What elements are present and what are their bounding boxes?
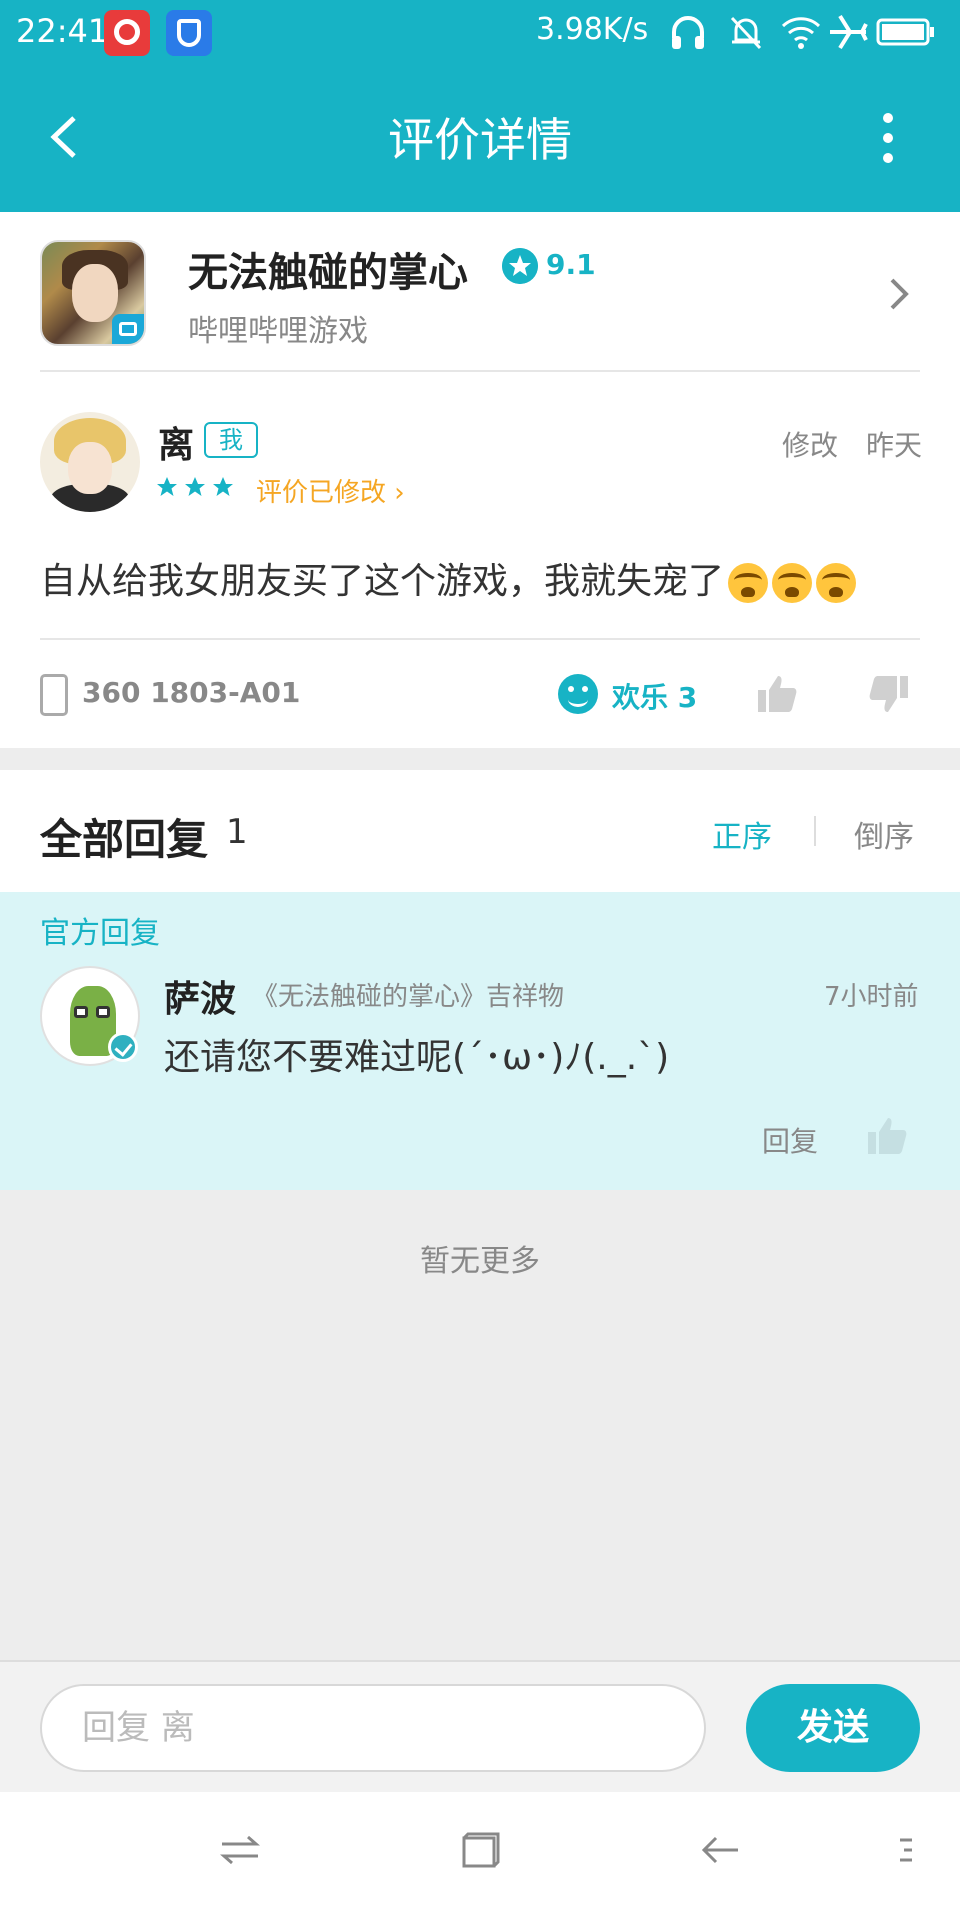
divider bbox=[40, 638, 920, 640]
thumbs-up-icon[interactable] bbox=[866, 1114, 908, 1156]
back-nav-icon[interactable] bbox=[698, 1828, 742, 1872]
replies-title: 全部回复 bbox=[40, 815, 209, 864]
security-shield-icon bbox=[166, 10, 212, 56]
me-badge: 我 bbox=[204, 422, 258, 458]
sort-ascending-tab[interactable]: 正序 bbox=[712, 812, 772, 856]
star-icon bbox=[157, 477, 177, 496]
send-button[interactable]: 发送 bbox=[746, 1684, 920, 1772]
crying-emoji-icon bbox=[816, 563, 857, 603]
reply-text: 还请您不要难过呢(´･ω･)ﾉ(._.`) bbox=[164, 1037, 670, 1078]
smile-icon[interactable] bbox=[558, 674, 598, 714]
app-header: 评价详情 bbox=[0, 64, 960, 212]
battery-icon bbox=[876, 18, 934, 46]
network-speed: 3.98K/s bbox=[536, 12, 649, 47]
netease-music-icon bbox=[104, 10, 150, 56]
wifi-icon bbox=[781, 17, 821, 49]
thumbs-up-icon[interactable] bbox=[756, 672, 798, 714]
headphones-icon bbox=[672, 16, 704, 49]
reply-author[interactable]: 萨波 bbox=[164, 970, 236, 1022]
status-time: 22:41 bbox=[16, 12, 109, 50]
reply-item: 官方回复 萨波 《无法触碰的掌心》吉祥物 7小时前 还请您不要难过呢(´･ω･)… bbox=[0, 892, 960, 1190]
game-publisher: 哔哩哔哩游戏 bbox=[188, 314, 368, 349]
star-icon bbox=[185, 477, 205, 496]
review-text: 自从给我女朋友买了这个游戏，我就失宠了 bbox=[40, 561, 725, 602]
edit-review-button[interactable]: 修改 bbox=[782, 424, 838, 464]
replies-count: 1 bbox=[226, 812, 248, 852]
device-model: 360 1803-A01 bbox=[82, 676, 301, 709]
switch-apps-icon[interactable] bbox=[218, 1828, 262, 1872]
review-text-block: 自从给我女朋友买了这个游戏，我就失宠了 bbox=[40, 552, 857, 604]
mute-bell-icon bbox=[730, 16, 762, 50]
game-rating: 9.1 bbox=[546, 248, 596, 281]
rating-star-icon bbox=[502, 248, 538, 284]
page-title: 评价详情 bbox=[388, 113, 572, 167]
user-avatar[interactable] bbox=[40, 412, 140, 512]
game-icon bbox=[40, 240, 146, 346]
end-of-list-text: 暂无更多 bbox=[420, 1244, 540, 1279]
crying-emoji-icon bbox=[772, 563, 813, 603]
review-card: 离 我 评价已修改 › 修改 昨天 自从给我女朋友买了这个游戏，我就失宠了 36… bbox=[0, 372, 960, 748]
chevron-right-icon[interactable] bbox=[884, 274, 914, 314]
airplane-mode-icon bbox=[830, 14, 868, 50]
bilibili-badge-icon bbox=[112, 314, 144, 344]
system-navigation-bar bbox=[0, 1792, 960, 1920]
verified-badge-icon bbox=[108, 1032, 138, 1062]
game-name: 无法触碰的掌心 bbox=[188, 250, 468, 296]
thumbs-down-icon[interactable] bbox=[868, 674, 910, 716]
reply-button[interactable]: 回复 bbox=[762, 1120, 818, 1160]
divider bbox=[814, 816, 816, 846]
sort-descending-tab[interactable]: 倒序 bbox=[854, 812, 914, 856]
more-options-icon[interactable] bbox=[868, 108, 908, 168]
reply-composer: 发送 bbox=[0, 1660, 960, 1792]
star-rating bbox=[156, 476, 240, 502]
reply-author-title: 《无法触碰的掌心》吉祥物 bbox=[252, 982, 565, 1012]
crying-emoji-icon bbox=[728, 563, 769, 603]
official-reply-label: 官方回复 bbox=[40, 916, 160, 951]
home-icon[interactable] bbox=[458, 1828, 502, 1872]
joy-reaction-button[interactable]: 欢乐 3 bbox=[612, 676, 697, 716]
reply-time: 7小时前 bbox=[824, 982, 919, 1012]
phone-icon bbox=[40, 674, 68, 716]
star-icon bbox=[213, 477, 233, 496]
reply-input[interactable] bbox=[40, 1684, 706, 1772]
review-time: 昨天 bbox=[866, 429, 923, 462]
status-bar: 22:41 3.98K/s bbox=[0, 0, 960, 64]
game-card[interactable]: 无法触碰的掌心 9.1 哔哩哔哩游戏 bbox=[0, 212, 960, 372]
menu-icon[interactable] bbox=[890, 1828, 920, 1872]
review-edited-link[interactable]: 评价已修改 › bbox=[256, 472, 405, 509]
user-name[interactable]: 离 bbox=[158, 416, 194, 468]
replies-header: 全部回复 1 正序 倒序 bbox=[0, 770, 960, 892]
